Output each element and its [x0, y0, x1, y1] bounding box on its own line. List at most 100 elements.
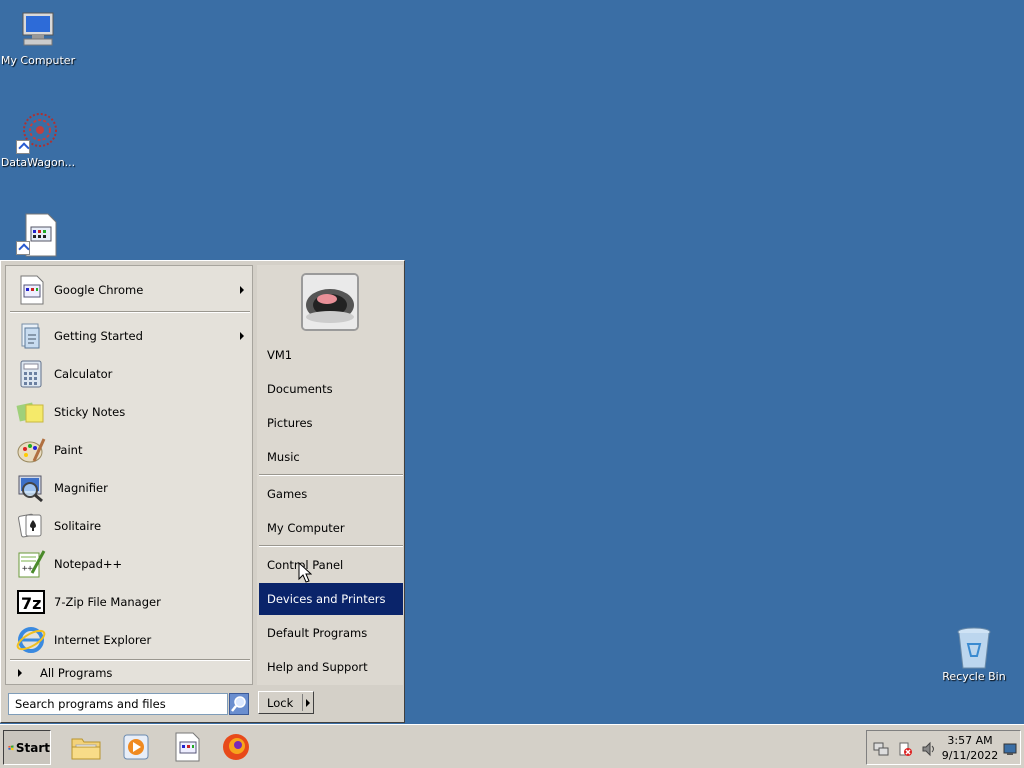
places-separator — [259, 474, 403, 476]
start-item-sticky-notes[interactable]: Sticky Notes — [10, 394, 250, 430]
start-search-button[interactable] — [229, 693, 249, 715]
svg-text:7z: 7z — [21, 594, 41, 613]
start-item-label: Paint — [54, 443, 83, 457]
places-item-pictures[interactable]: Pictures — [259, 407, 403, 439]
start-item-7zip[interactable]: 7z 7-Zip File Manager — [10, 584, 250, 620]
magnifier-icon — [16, 473, 46, 503]
places-item-music[interactable]: Music — [259, 441, 403, 473]
document-icon — [175, 732, 200, 762]
start-menu-separator — [10, 311, 250, 313]
lock-button-divider — [302, 694, 303, 711]
desktop-icon-datawagon[interactable]: DataWagon... — [0, 112, 76, 169]
places-item-label: Music — [267, 450, 300, 464]
start-item-label: Getting Started — [54, 329, 143, 343]
places-item-games[interactable]: Games — [259, 478, 403, 510]
start-item-label: Sticky Notes — [54, 405, 126, 419]
taskbar-explorer[interactable] — [70, 731, 102, 763]
firefox-icon — [223, 734, 249, 760]
submenu-arrow-icon — [240, 332, 244, 340]
places-item-label: My Computer — [267, 521, 345, 535]
getting-started-icon — [16, 321, 46, 351]
sticky-notes-icon — [16, 397, 46, 427]
chrome-icon — [16, 275, 46, 305]
taskbar-media-player[interactable] — [120, 731, 152, 763]
start-item-label: 7-Zip File Manager — [54, 595, 161, 609]
places-item-control-panel[interactable]: Control Panel — [259, 549, 403, 581]
start-item-paint[interactable]: Paint — [10, 432, 250, 468]
lock-button-label: Lock — [267, 695, 294, 710]
start-menu-programs-pane: Google Chrome Getting Started Calculator… — [5, 265, 253, 685]
places-item-help-and-support[interactable]: Help and Support — [259, 651, 403, 683]
start-item-label: Magnifier — [54, 481, 108, 495]
desktop-icon-label: DataWagon... — [0, 156, 76, 169]
sevenzip-icon: 7z — [16, 587, 46, 617]
lock-button[interactable]: Lock — [258, 691, 314, 714]
submenu-arrow-icon — [240, 286, 244, 294]
start-item-google-chrome[interactable]: Google Chrome — [10, 272, 250, 308]
start-item-internet-explorer[interactable]: Internet Explorer — [10, 622, 250, 658]
start-item-calculator[interactable]: Calculator — [10, 356, 250, 392]
clock-time: 3:57 AM — [947, 734, 993, 747]
start-item-notepadpp[interactable]: ++ Notepad++ — [10, 546, 250, 582]
taskbar: Start 3:57 AM 9/11/2022 — [0, 724, 1024, 768]
start-item-solitaire[interactable]: Solitaire — [10, 508, 250, 544]
recycle-bin-icon — [954, 626, 994, 669]
places-item-label: Devices and Printers — [267, 592, 386, 606]
start-item-getting-started[interactable]: Getting Started — [10, 318, 250, 354]
start-button[interactable]: Start — [3, 730, 51, 765]
places-item-documents[interactable]: Documents — [259, 373, 403, 405]
places-item-label: Pictures — [267, 416, 313, 430]
start-menu: Google Chrome Getting Started Calculator… — [0, 260, 405, 723]
start-menu-separator — [10, 659, 250, 661]
places-item-label: Documents — [267, 382, 333, 396]
desktop-icon-recycle-bin[interactable]: Recycle Bin — [936, 626, 1012, 683]
start-button-label: Start — [15, 740, 50, 755]
search-icon — [231, 696, 246, 712]
shortcut-arrow-icon — [16, 241, 30, 255]
all-programs-button[interactable]: All Programs — [10, 662, 250, 684]
calculator-icon — [16, 359, 46, 389]
taskbar-firefox[interactable] — [220, 731, 252, 763]
desktop-icon-my-computer[interactable]: My Computer — [0, 10, 76, 67]
system-clock[interactable]: 3:57 AM 9/11/2022 — [941, 733, 999, 763]
folder-icon — [71, 738, 101, 760]
user-avatar-icon — [303, 275, 357, 329]
user-picture[interactable] — [301, 273, 359, 331]
document-icon — [16, 213, 58, 257]
places-item-vm1[interactable]: VM1 — [259, 339, 403, 371]
places-item-devices-and-printers[interactable]: Devices and Printers — [259, 583, 403, 615]
taskbar-document-app[interactable] — [171, 731, 203, 763]
desktop-icon-label: My Computer — [0, 54, 76, 67]
places-separator — [259, 545, 403, 547]
mouse-cursor-icon — [298, 562, 312, 583]
desktop-icon-label: Recycle Bin — [942, 670, 1006, 683]
all-programs-label: All Programs — [40, 666, 113, 680]
desktop-icon-file[interactable] — [0, 213, 76, 257]
places-item-label: VM1 — [267, 348, 293, 362]
start-item-label: Internet Explorer — [54, 633, 152, 647]
places-item-label: Default Programs — [267, 626, 368, 640]
lock-options-arrow-icon[interactable] — [306, 699, 310, 707]
notepadpp-icon: ++ — [16, 549, 46, 579]
system-tray: 3:57 AM 9/11/2022 — [866, 730, 1021, 765]
datawagon-icon — [16, 112, 58, 154]
start-menu-places-pane: VM1 Documents Pictures Music Games My Co… — [257, 265, 403, 685]
start-item-label: Notepad++ — [54, 557, 123, 571]
start-item-label: Google Chrome — [54, 283, 144, 297]
shortcut-arrow-icon — [16, 140, 30, 154]
computer-icon — [18, 10, 58, 50]
windows-logo-icon — [8, 744, 14, 750]
volume-icon[interactable] — [921, 741, 937, 757]
start-search-input[interactable]: Search programs and files — [8, 693, 228, 715]
places-item-default-programs[interactable]: Default Programs — [259, 617, 403, 649]
all-programs-arrow-icon — [18, 669, 22, 677]
action-center-warning-icon[interactable] — [897, 741, 913, 757]
network-icon[interactable] — [873, 741, 889, 757]
start-item-label: Solitaire — [54, 519, 102, 533]
clock-date: 9/11/2022 — [941, 749, 999, 762]
solitaire-icon — [16, 511, 46, 541]
show-desktop-icon[interactable] — [1003, 743, 1017, 755]
search-input-placeholder: Search programs and files — [15, 697, 166, 711]
start-item-magnifier[interactable]: Magnifier — [10, 470, 250, 506]
places-item-my-computer[interactable]: My Computer — [259, 512, 403, 544]
